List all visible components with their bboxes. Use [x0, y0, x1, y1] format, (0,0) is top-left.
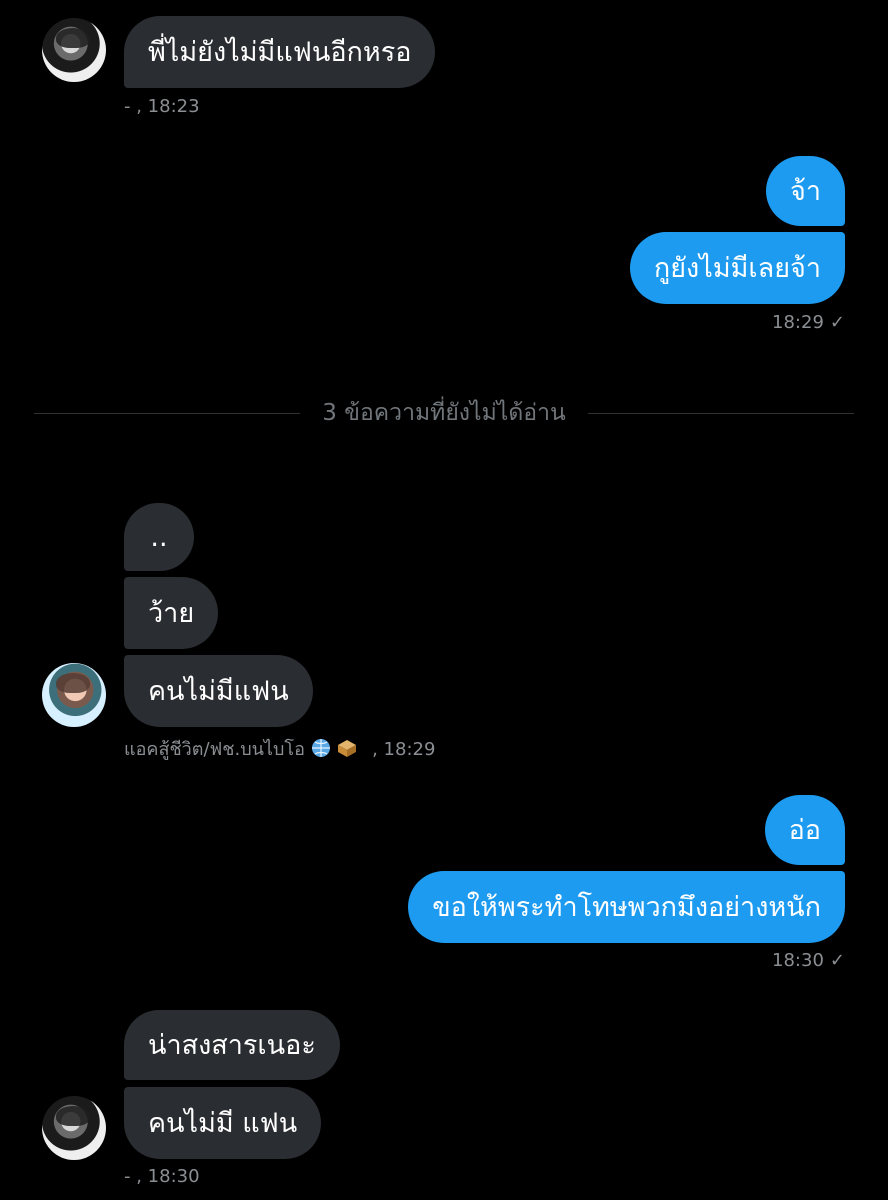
- message-text: ขอให้พระทำโทษพวกมึงอย่างหนัก: [432, 891, 821, 923]
- message-text: จ้า: [790, 175, 821, 207]
- incoming-message[interactable]: น่าสงสารเนอะ: [124, 1010, 340, 1080]
- message-meta: - , 18:30: [124, 1166, 200, 1187]
- message-text: คนไม่มีแฟน: [148, 675, 289, 707]
- message-text: คนไม่มี แฟน: [148, 1107, 298, 1139]
- message-text: ..: [150, 521, 168, 553]
- incoming-message[interactable]: คนไม่มี แฟน: [124, 1087, 322, 1159]
- check-icon: ✓: [829, 312, 845, 333]
- incoming-message[interactable]: ..: [124, 503, 194, 571]
- message-meta: 18:29 ✓: [772, 312, 845, 333]
- message-text: พี่ไม่ยังไม่มีแฟนอีกหรอ: [148, 36, 412, 68]
- incoming-message[interactable]: พี่ไม่ยังไม่มีแฟนอีกหรอ: [124, 16, 436, 88]
- sender-name: แอคสู้ชีวิต/ฟช.บนไบโอ: [124, 739, 305, 760]
- avatar[interactable]: [42, 663, 106, 727]
- avatar[interactable]: [42, 1096, 106, 1160]
- box-icon: [336, 738, 358, 763]
- message-time: 18:29: [772, 312, 824, 333]
- message-time: , 18:29: [372, 739, 436, 760]
- message-meta: - , 18:23: [124, 96, 200, 117]
- message-meta: แอคสู้ชีวิต/ฟช.บนไบโอ , 18:29: [124, 734, 435, 763]
- unread-divider: 3 ข้อความที่ยังไม่ได้อ่าน: [34, 400, 854, 426]
- message-text: น่าสงสารเนอะ: [148, 1029, 316, 1061]
- message-text: อ่อ: [788, 814, 821, 846]
- outgoing-message[interactable]: อ่อ: [764, 795, 845, 865]
- globe-icon: [311, 738, 331, 763]
- outgoing-message[interactable]: กูยังไม่มีเลยจ้า: [629, 232, 845, 304]
- outgoing-message[interactable]: จ้า: [766, 156, 845, 226]
- avatar[interactable]: [42, 18, 106, 82]
- message-text: ว้าย: [148, 597, 195, 629]
- outgoing-message[interactable]: ขอให้พระทำโทษพวกมึงอย่างหนัก: [408, 871, 845, 943]
- incoming-message[interactable]: คนไม่มีแฟน: [124, 655, 313, 727]
- incoming-message[interactable]: ว้าย: [124, 577, 219, 649]
- message-text: กูยังไม่มีเลยจ้า: [653, 252, 821, 284]
- check-icon: ✓: [829, 950, 845, 971]
- message-meta: 18:30 ✓: [772, 950, 845, 971]
- unread-divider-label: 3 ข้อความที่ยังไม่ได้อ่าน: [322, 400, 566, 426]
- message-time: 18:30: [772, 950, 824, 971]
